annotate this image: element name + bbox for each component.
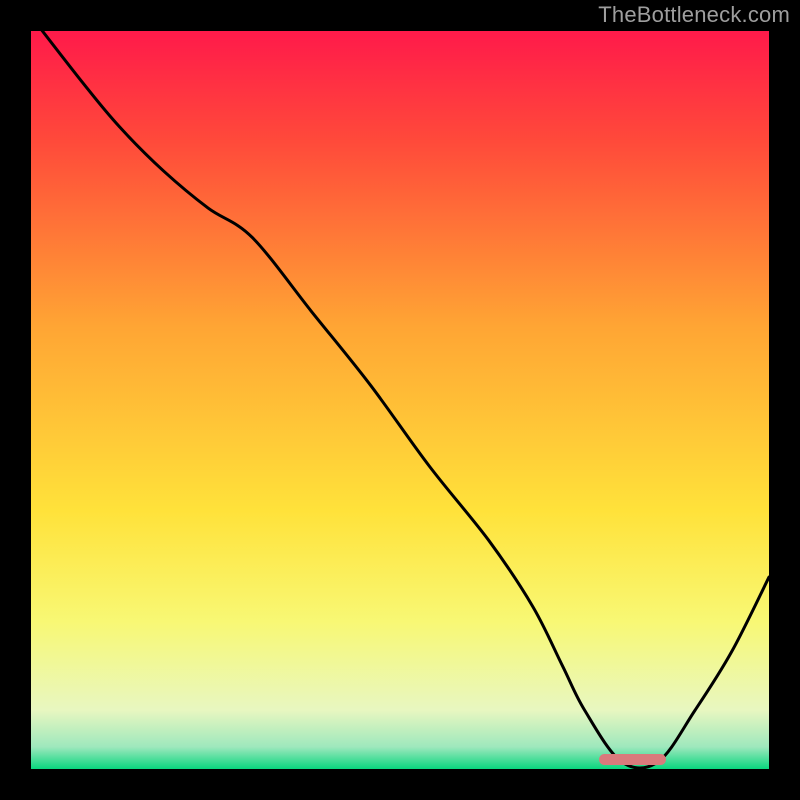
bottleneck-curve [31,31,769,769]
optimal-marker [599,754,665,765]
curve-path [31,31,769,768]
watermark-text: TheBottleneck.com [598,2,790,28]
plot-area [31,31,769,769]
chart-stage: TheBottleneck.com [0,0,800,800]
